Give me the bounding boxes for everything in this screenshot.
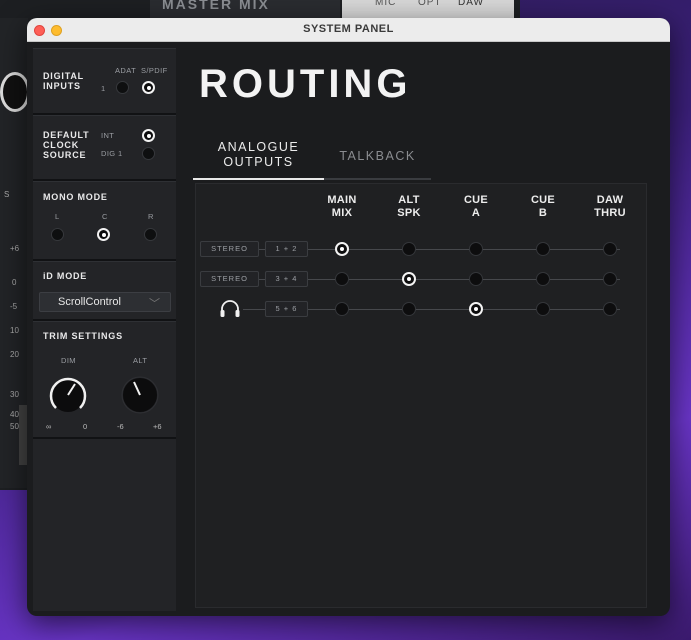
id-mode-selected-value: ScrollControl: [58, 296, 121, 308]
mono-left-radio[interactable]: [51, 228, 64, 241]
route-node-1-2-daw-thru[interactable]: [603, 242, 617, 256]
routing-main: ROUTING ANALOGUE OUTPUTS TALKBACK MAIN MI…: [187, 48, 670, 611]
background-knob[interactable]: [0, 72, 30, 112]
alt-knob-ring: [121, 376, 159, 414]
chevron-down-icon: ﹀: [149, 298, 160, 310]
column-header-alt-spk: ALT SPK: [397, 194, 421, 219]
adat-label: ADAT: [115, 66, 137, 75]
dim-knob-label: DIM: [61, 356, 76, 365]
background-scale-label: 10: [10, 326, 19, 335]
background-scale-label: +6: [10, 244, 20, 253]
mono-mode-section: MONO MODE L C R: [33, 181, 176, 261]
page-title: ROUTING: [199, 62, 412, 106]
digital-input-channel-label: 1: [101, 84, 106, 93]
background-scale-label: S: [4, 190, 10, 199]
mono-center-label: C: [102, 212, 108, 221]
adat-radio[interactable]: [116, 81, 129, 94]
route-node-5-6-cue-a[interactable]: [469, 302, 483, 316]
clock-source-title: DEFAULT CLOCK SOURCE: [43, 130, 90, 160]
column-header-cue-b: CUE B: [530, 194, 556, 219]
dim-knob[interactable]: [49, 377, 87, 412]
dim-min-label: ∞: [46, 422, 52, 431]
route-node-3-4-cue-a[interactable]: [469, 272, 483, 286]
route-node-1-2-alt-spk[interactable]: [402, 242, 416, 256]
mono-mode-title: MONO MODE: [43, 192, 108, 202]
background-tab-daw[interactable]: DAW: [458, 0, 484, 8]
tab-talkback[interactable]: TALKBACK: [324, 140, 431, 180]
row-1-channels: 1 + 2: [265, 241, 308, 257]
title-bar[interactable]: SYSTEM PANEL: [27, 18, 670, 42]
trim-settings-section: TRIM SETTINGS DIM ALT ∞ 0 -6 +6: [33, 321, 176, 439]
trim-settings-title: TRIM SETTINGS: [43, 331, 123, 341]
route-node-1-2-main-mix[interactable]: [335, 242, 349, 256]
window-title: SYSTEM PANEL: [303, 23, 394, 35]
spdif-label: S/PDIF: [141, 66, 168, 75]
int-radio[interactable]: [142, 129, 155, 142]
column-header-cue-a: CUE A: [463, 194, 489, 219]
column-header-daw-thru: DAW THRU: [594, 194, 626, 219]
id-mode-title: iD MODE: [43, 271, 88, 281]
id-mode-section: iD MODE ScrollControl ﹀: [33, 261, 176, 321]
system-panel-window: SYSTEM PANEL DIGITAL INPUTS ADAT S/PDIF …: [27, 18, 670, 616]
route-node-1-2-cue-b[interactable]: [536, 242, 550, 256]
background-scale-label: 20: [10, 350, 19, 359]
id-mode-dropdown[interactable]: ScrollControl ﹀: [39, 292, 171, 312]
route-node-3-4-cue-b[interactable]: [536, 272, 550, 286]
background-tab-mic[interactable]: MIC: [375, 0, 396, 8]
background-scale-label: -5: [10, 302, 18, 311]
alt-knob-label: ALT: [133, 356, 148, 365]
alt-max-label: +6: [153, 422, 162, 431]
mono-center-radio[interactable]: [97, 228, 110, 241]
route-node-3-4-main-mix[interactable]: [335, 272, 349, 286]
row-1-line: [308, 249, 620, 250]
routing-matrix: MAIN MIX ALT SPK CUE A CUE B DAW THRU STEREO …: [195, 183, 647, 608]
route-node-3-4-daw-thru[interactable]: [603, 272, 617, 286]
row-3-channels: 5 + 6: [265, 301, 308, 317]
mono-right-label: R: [148, 212, 154, 221]
route-node-3-4-alt-spk[interactable]: [402, 272, 416, 286]
mono-right-radio[interactable]: [144, 228, 157, 241]
clock-source-section: DEFAULT CLOCK SOURCE INT DIG 1: [33, 115, 176, 181]
sidebar: DIGITAL INPUTS ADAT S/PDIF 1 DEFAULT CLO…: [33, 48, 176, 611]
route-node-1-2-cue-a[interactable]: [469, 242, 483, 256]
digital-inputs-title: DIGITAL INPUTS: [43, 71, 84, 91]
background-scale-label: 30: [10, 390, 19, 399]
int-label: INT: [101, 131, 115, 140]
column-header-main-mix: MAIN MIX: [327, 194, 357, 219]
tab-analogue-outputs[interactable]: ANALOGUE OUTPUTS: [193, 140, 324, 180]
dim-knob-ring: [49, 377, 87, 409]
row-3-line: [308, 309, 620, 310]
route-node-5-6-daw-thru[interactable]: [603, 302, 617, 316]
row-2-line: [308, 279, 620, 280]
route-node-5-6-alt-spk[interactable]: [402, 302, 416, 316]
mono-left-label: L: [55, 212, 60, 221]
background-source-bar: MIC OPT DAW: [342, 0, 514, 18]
row-2-type-label: STEREO: [200, 271, 259, 287]
row-3-connector: [243, 309, 265, 310]
alt-min-label: -6: [117, 422, 124, 431]
alt-knob[interactable]: [121, 376, 159, 414]
row-2-channels: 3 + 4: [265, 271, 308, 287]
background-scale-label: 50: [10, 422, 19, 431]
background-tab-opt[interactable]: OPT: [418, 0, 442, 8]
digital-inputs-section: DIGITAL INPUTS ADAT S/PDIF 1: [33, 48, 176, 115]
spdif-radio[interactable]: [142, 81, 155, 94]
row-1-type-label: STEREO: [200, 241, 259, 257]
dig1-label: DIG 1: [101, 149, 123, 158]
background-meter: [19, 405, 27, 465]
dig1-radio[interactable]: [142, 147, 155, 160]
headphones-icon: [220, 300, 240, 317]
dim-max-label: 0: [83, 422, 88, 431]
background-scale-label: 0: [12, 278, 17, 287]
background-scale-label: 40: [10, 410, 19, 419]
route-node-5-6-main-mix[interactable]: [335, 302, 349, 316]
background-title: MASTER MIX: [162, 0, 270, 12]
route-node-5-6-cue-b[interactable]: [536, 302, 550, 316]
